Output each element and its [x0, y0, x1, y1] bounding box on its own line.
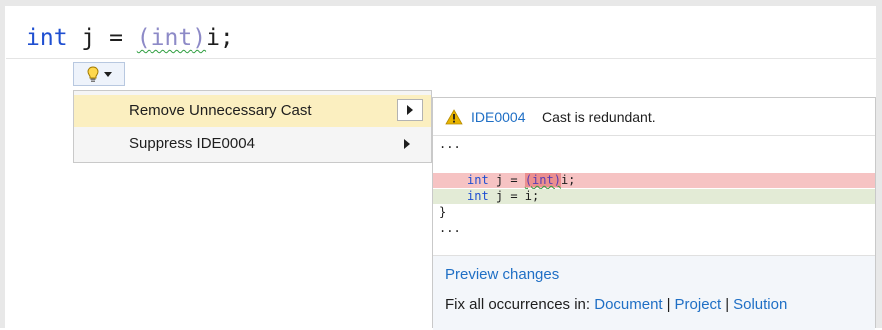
code-text: j = — [67, 25, 137, 51]
scope-separator: | — [666, 296, 671, 313]
menu-item-label: Suppress IDE0004 — [129, 135, 255, 152]
fix-all-occurrences: Fix all occurrences in: Document | Project… — [445, 296, 787, 313]
code-text-end: i; — [206, 25, 234, 51]
window-frame-right — [876, 0, 882, 328]
window-frame-top — [0, 0, 882, 6]
menu-item-suppress-ide0004[interactable]: Suppress IDE0004 — [74, 128, 431, 160]
redundant-cast[interactable]: (int) — [137, 25, 206, 51]
preview-code: ... int j = (int)i; int j = i; } ... — [433, 137, 875, 259]
preview-header: IDE0004 Cast is redundant. — [433, 98, 875, 136]
code-removed-line: int j = (int)i; — [433, 173, 875, 188]
menu-item-remove-unnecessary-cast[interactable]: Remove Unnecessary Cast — [74, 95, 431, 127]
warning-icon — [445, 109, 463, 125]
scope-solution-link[interactable]: Solution — [733, 296, 787, 313]
lightbulb-icon — [86, 65, 99, 82]
chevron-right-icon — [404, 139, 410, 149]
quick-actions-button[interactable] — [73, 62, 125, 86]
preview-changes-link[interactable]: Preview changes — [445, 266, 559, 283]
menu-item-label: Remove Unnecessary Cast — [129, 102, 312, 119]
window-frame-left — [0, 0, 5, 328]
chevron-down-icon — [103, 71, 112, 77]
diagnostic-id-link[interactable]: IDE0004 — [471, 109, 525, 125]
scope-project-link[interactable]: Project — [675, 296, 722, 313]
line-separator — [6, 58, 876, 59]
code-keyword: int — [26, 25, 68, 51]
code-added-line: int j = i; — [433, 189, 875, 204]
preview-footer: Preview changes Fix all occurrences in: … — [433, 255, 875, 330]
diagnostic-message: Cast is redundant. — [542, 109, 656, 125]
code-context-line: ... — [439, 221, 461, 235]
quick-actions-menu: Remove Unnecessary Cast Suppress IDE0004 — [73, 90, 432, 163]
fix-all-label: Fix all occurrences in: — [445, 296, 591, 313]
chevron-right-icon — [407, 105, 413, 115]
code-context-line: } — [439, 205, 447, 219]
scope-document-link[interactable]: Document — [594, 296, 662, 313]
code-context-line: ... — [439, 137, 461, 151]
scope-separator: | — [725, 296, 730, 313]
editor-code-line[interactable]: int j = (int)i; — [26, 24, 234, 52]
submenu-expand-button[interactable] — [397, 99, 423, 121]
preview-panel: IDE0004 Cast is redundant. ... int j = (… — [432, 97, 876, 330]
